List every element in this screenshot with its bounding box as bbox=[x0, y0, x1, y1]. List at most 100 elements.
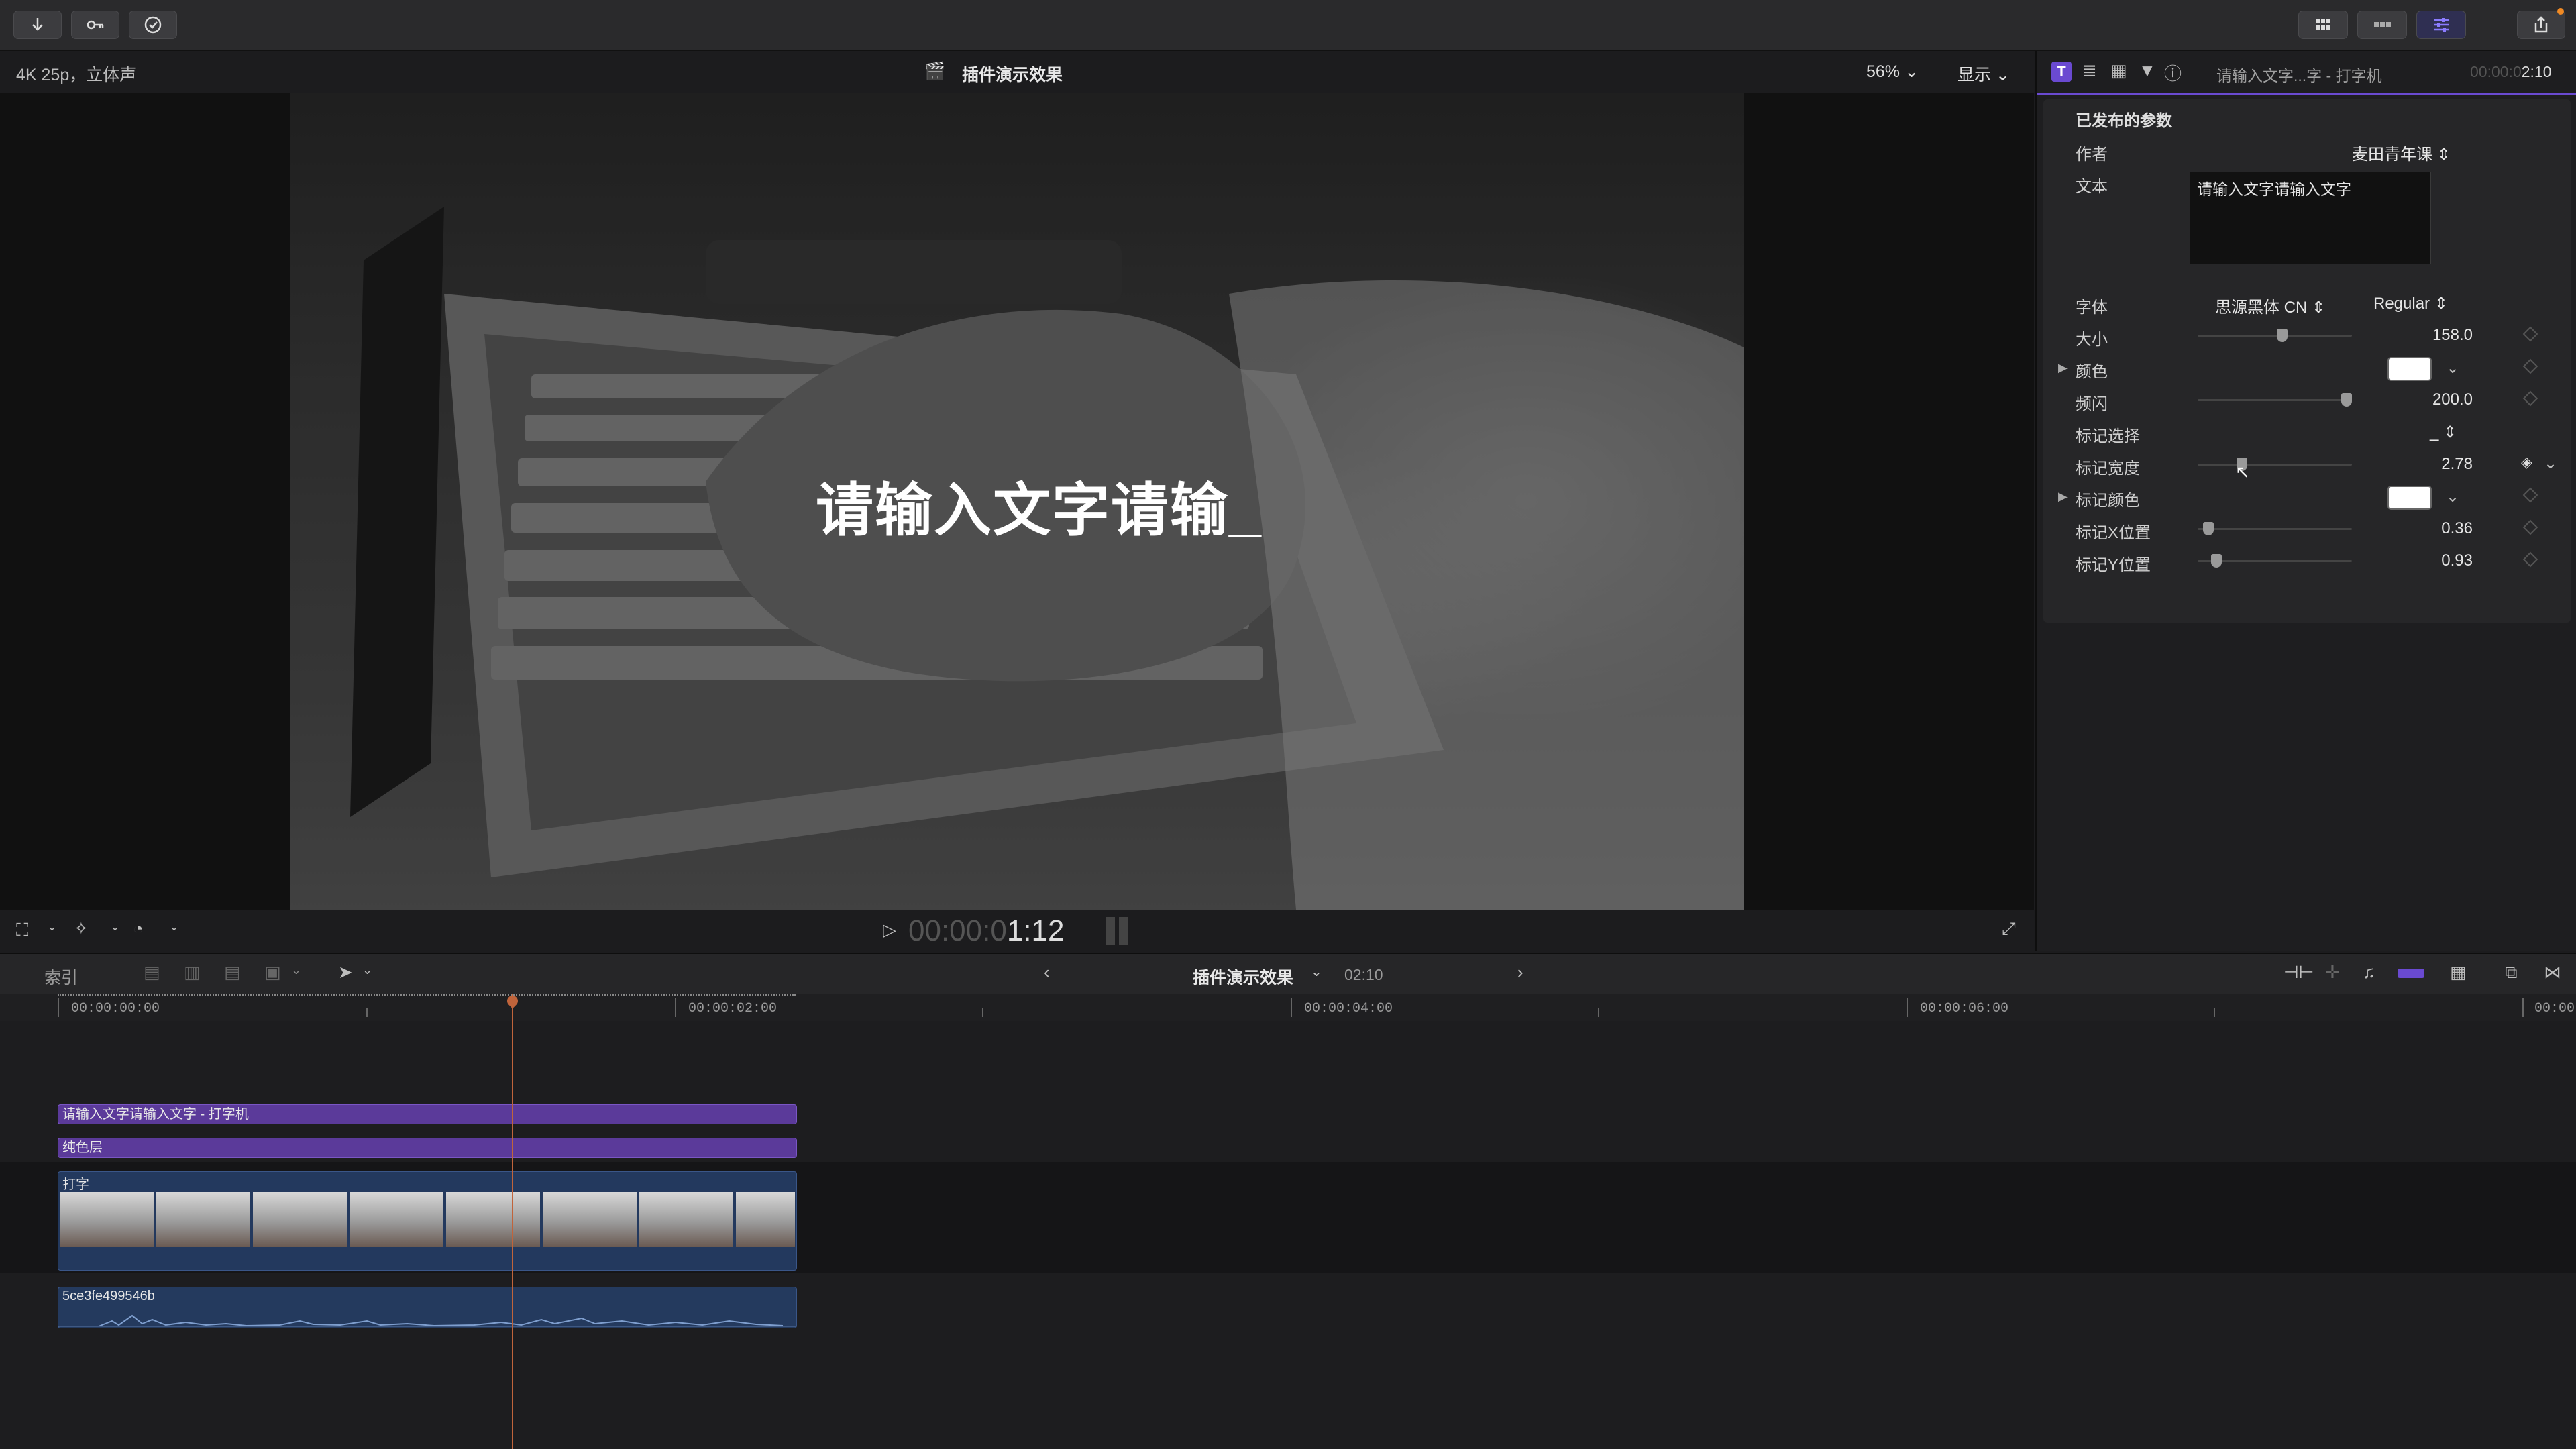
skimming-icon[interactable]: ✛ bbox=[2325, 962, 2340, 983]
headphones-icon[interactable]: ♫ bbox=[2363, 962, 2376, 983]
disclosure-triangle-icon[interactable]: ▶ bbox=[2058, 361, 2068, 375]
transition-icon[interactable]: ⋈ bbox=[2544, 962, 2561, 983]
browser-toggle-button[interactable] bbox=[2298, 11, 2348, 39]
ruler-tick bbox=[675, 998, 676, 1017]
marker-color-swatch[interactable] bbox=[2387, 486, 2432, 510]
fullscreen-icon[interactable]: ⤢ bbox=[2002, 918, 2016, 940]
keyframe-add-icon[interactable]: ◈ bbox=[2521, 453, 2532, 471]
download-icon bbox=[32, 18, 43, 31]
timeline[interactable]: 00:00:00:00 00:00:02:00 00:00:04:00 00:0… bbox=[0, 993, 2576, 1449]
film-icon[interactable]: ▦ bbox=[2110, 60, 2127, 81]
info-icon[interactable]: ⓘ bbox=[2164, 60, 2182, 85]
timecode-display[interactable]: 00:00:01:12 bbox=[908, 914, 1064, 948]
marker-width-value[interactable]: 2.78 bbox=[2392, 455, 2473, 474]
font-family-popup[interactable]: 思源黑体 CN ⇕ bbox=[2215, 294, 2325, 317]
background-tasks-button[interactable] bbox=[129, 11, 177, 39]
chevron-down-icon[interactable]: ⌄ bbox=[1311, 963, 1322, 980]
chevron-down-icon[interactable]: ⌄ bbox=[169, 920, 179, 934]
chevron-down-icon: ⌄ bbox=[1995, 66, 2010, 85]
select-tool-icon[interactable]: ➤ bbox=[338, 962, 353, 983]
transform-icon[interactable]: ⛶ bbox=[16, 920, 28, 941]
forward-arrow-icon[interactable]: › bbox=[1517, 962, 1523, 983]
import-button[interactable] bbox=[13, 11, 62, 39]
font-style-popup[interactable]: Regular ⇕ bbox=[2373, 294, 2448, 313]
viewer-canvas[interactable]: 请输入文字请输_ bbox=[0, 93, 2034, 910]
top-toolbar bbox=[0, 0, 2576, 51]
text-input-field[interactable]: 请输入文字请输入文字 bbox=[2190, 172, 2431, 264]
display-menu[interactable]: 显示 ⌄ bbox=[1957, 62, 2010, 86]
marker-x-slider[interactable] bbox=[2198, 522, 2352, 535]
timeline-project-name[interactable]: 插件演示效果 bbox=[1193, 965, 1293, 989]
slider-knob[interactable] bbox=[2277, 329, 2288, 342]
blink-slider[interactable] bbox=[2198, 393, 2352, 407]
chevron-down-icon[interactable]: ⌄ bbox=[2544, 453, 2557, 473]
share-icon bbox=[2534, 16, 2548, 33]
enhance-wand-icon[interactable]: ✧ bbox=[74, 918, 89, 939]
window-icon[interactable]: ⧉ bbox=[2505, 962, 2518, 983]
keyframe-icon[interactable] bbox=[2522, 519, 2538, 535]
keyframe-icon[interactable] bbox=[2522, 551, 2538, 568]
audio-clip-label: 5ce3fe499546b bbox=[62, 1289, 155, 1303]
title-clip[interactable]: 请输入文字请输入文字 - 打字机 bbox=[58, 1104, 797, 1124]
size-value[interactable]: 158.0 bbox=[2392, 326, 2473, 345]
marker-y-slider[interactable] bbox=[2198, 554, 2352, 568]
snapping-toggle[interactable] bbox=[2398, 969, 2424, 978]
clip-appearance-icon[interactable]: ⊣⊢ bbox=[2284, 962, 2314, 983]
keyframe-icon[interactable] bbox=[2522, 326, 2538, 342]
zoom-menu[interactable]: 56% ⌄ bbox=[1866, 62, 1919, 82]
viewer-controls: ⛶ ⌄ ✧ ⌄ ◔ ⌄ ▷ 00:00:01:12 ⤢ bbox=[0, 910, 2034, 952]
slider-knob[interactable] bbox=[2203, 522, 2214, 535]
ruler-label: 00:00:06:00 bbox=[1920, 1001, 2009, 1016]
audio-clip[interactable]: 5ce3fe499546b bbox=[58, 1287, 797, 1328]
chevron-down-icon[interactable]: ⌄ bbox=[362, 963, 372, 977]
text-inspector-icon[interactable]: T bbox=[2051, 62, 2072, 82]
share-button[interactable] bbox=[2517, 11, 2565, 39]
chevron-down-icon[interactable]: ⌄ bbox=[291, 963, 301, 977]
connect-clip-icon[interactable]: ▤ bbox=[144, 962, 160, 983]
keywords-button[interactable] bbox=[71, 11, 119, 39]
disclosure-triangle-icon[interactable]: ▶ bbox=[2058, 490, 2068, 504]
keyframe-icon[interactable] bbox=[2522, 487, 2538, 503]
insert-clip-icon[interactable]: ▥ bbox=[184, 962, 201, 983]
notification-dot bbox=[2557, 8, 2564, 15]
video-clip[interactable]: 打字 bbox=[58, 1171, 797, 1271]
mouse-cursor-icon: ↖ bbox=[2235, 462, 2250, 482]
timeline-toggle-button[interactable] bbox=[2357, 11, 2407, 39]
inspector-title: 请输入文字...字 - 打字机 bbox=[2216, 67, 2382, 85]
timeline-ruler[interactable]: 00:00:00:00 00:00:02:00 00:00:04:00 00:0… bbox=[0, 994, 2576, 1021]
blink-value[interactable]: 200.0 bbox=[2392, 390, 2473, 409]
color-swatch[interactable] bbox=[2387, 357, 2432, 381]
play-icon[interactable]: ▷ bbox=[883, 920, 896, 941]
inspector-toggle-button[interactable] bbox=[2416, 11, 2466, 39]
project-title: 插件演示效果 bbox=[962, 66, 1063, 85]
audio-meter-right bbox=[1119, 917, 1128, 945]
marker-width-slider[interactable] bbox=[2198, 458, 2352, 471]
film-strip-icon[interactable]: ▦ bbox=[2450, 962, 2467, 983]
marker-y-value[interactable]: 0.93 bbox=[2392, 551, 2473, 570]
chevron-down-icon[interactable]: ⌄ bbox=[2446, 487, 2459, 506]
keyframe-icon[interactable] bbox=[2522, 390, 2538, 407]
solid-layer-clip[interactable]: 纯色层 bbox=[58, 1138, 797, 1158]
slider-knob[interactable] bbox=[2211, 554, 2222, 568]
overwrite-clip-icon[interactable]: ▣ bbox=[264, 962, 281, 983]
ruler-label: 00:00:04:00 bbox=[1304, 1001, 1393, 1016]
chevron-down-icon[interactable]: ⌄ bbox=[2446, 358, 2459, 378]
chevron-down-icon: ⌄ bbox=[1904, 62, 1919, 81]
slider-knob[interactable] bbox=[2341, 393, 2352, 407]
back-arrow-icon[interactable]: ‹ bbox=[1044, 962, 1050, 983]
append-clip-icon[interactable]: ▤ bbox=[224, 962, 241, 983]
filter-icon[interactable]: ▼ bbox=[2139, 60, 2156, 81]
size-slider[interactable] bbox=[2198, 329, 2352, 342]
marker-select-popup[interactable]: _ ⇕ bbox=[2430, 423, 2457, 442]
updown-icon: ⇕ bbox=[2436, 146, 2451, 164]
marker-x-value[interactable]: 0.36 bbox=[2392, 519, 2473, 538]
playhead[interactable] bbox=[512, 994, 513, 1449]
chevron-down-icon[interactable]: ⌄ bbox=[47, 920, 57, 934]
speed-gauge-icon[interactable]: ◔ bbox=[133, 918, 144, 939]
author-popup[interactable]: 麦田青年课 ⇕ bbox=[2352, 141, 2451, 164]
paragraph-icon[interactable]: ≣ bbox=[2082, 60, 2097, 81]
index-button[interactable]: 索引 bbox=[44, 965, 78, 989]
keyframe-icon[interactable] bbox=[2522, 358, 2538, 374]
chevron-down-icon[interactable]: ⌄ bbox=[110, 920, 120, 934]
overlay-title-text: 请输入文字请输_ bbox=[816, 478, 1263, 543]
